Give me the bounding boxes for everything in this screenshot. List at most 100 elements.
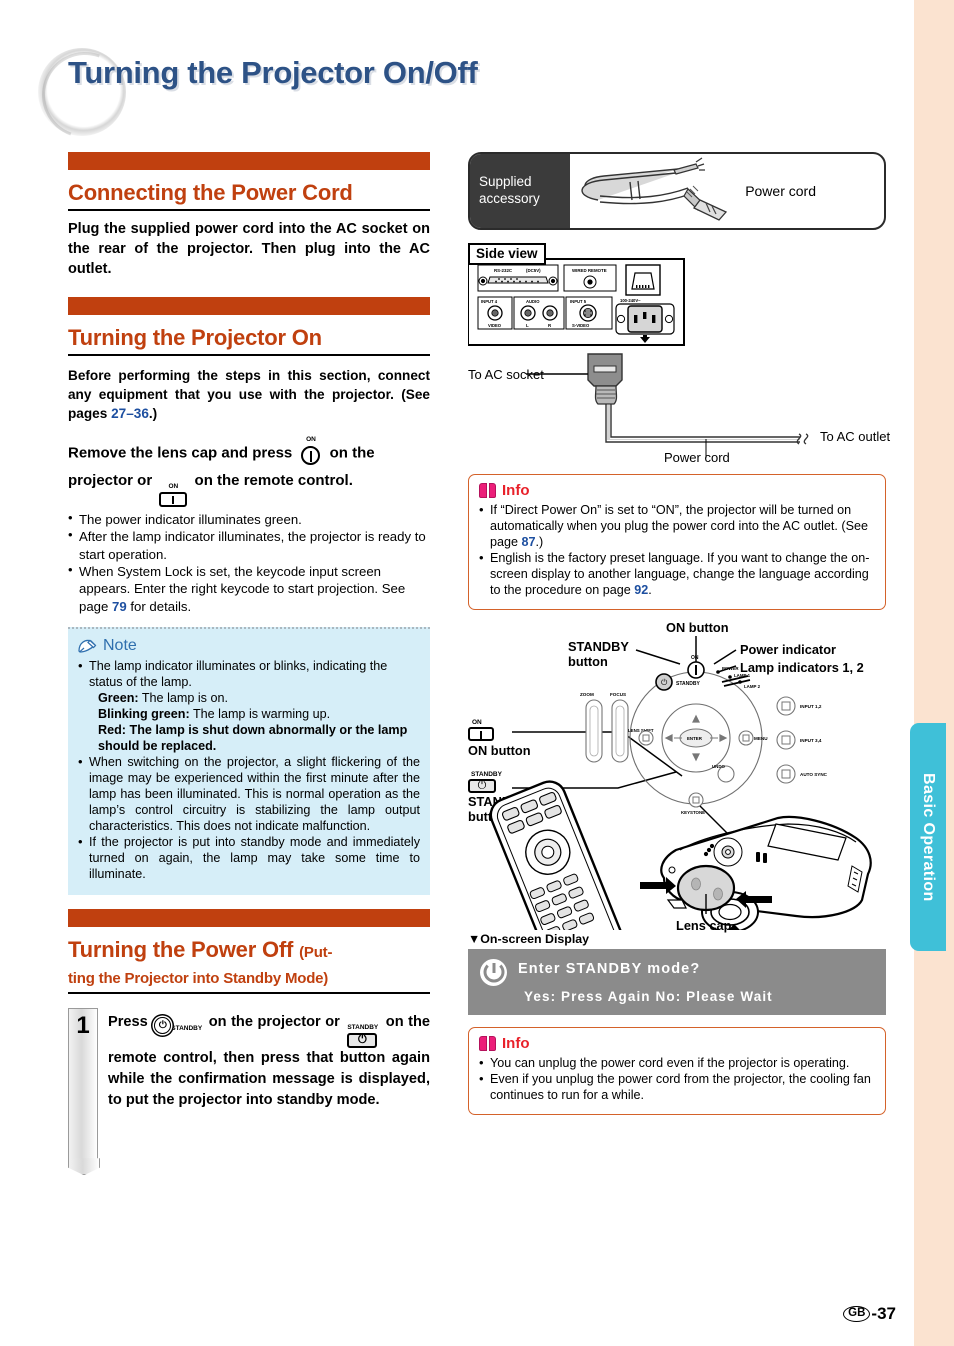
- list-item: Even if you unplug the power cord from t…: [479, 1071, 875, 1104]
- standby-glyph-label: STANDBY: [347, 1024, 379, 1032]
- turning-on-bullets: The power indicator illuminates green. A…: [68, 510, 430, 615]
- side-view-diagram: Side view RS-232C (DC5V) WIRED REMOTE IN…: [468, 243, 886, 348]
- list-item: When System Lock is set, the keycode inp…: [68, 562, 430, 614]
- svg-text:⏻: ⏻: [661, 678, 668, 687]
- note-green-text: The lamp is on.: [138, 690, 228, 705]
- power-icon: [480, 958, 507, 986]
- on-glyph-label-1: ON: [306, 436, 316, 444]
- supplied-accessory-box: Supplied accessory Power cord: [468, 152, 886, 230]
- list-item: If the projector is put into standby mod…: [78, 834, 420, 883]
- section-divider-bar-2: [68, 296, 430, 315]
- list-item: You can unplug the power cord even if th…: [479, 1055, 875, 1072]
- info-box-1: Info If “Direct Power On” is set to “ON”…: [468, 474, 886, 610]
- svg-text:LAMP 2: LAMP 2: [744, 684, 761, 689]
- label-to-ac-outlet: To AC outlet: [820, 429, 891, 444]
- section-divider-bar-3: [68, 909, 430, 928]
- svg-text:KEYSTONE: KEYSTONE: [681, 810, 705, 815]
- standby-glyph-caption: STANDBY: [171, 1025, 203, 1033]
- svg-text:STANDBY: STANDBY: [676, 681, 700, 687]
- rear-panel-illustration: RS-232C (DC5V) WIRED REMOTE INPUT 4 VIDE…: [468, 258, 685, 346]
- page-ref-92: 92: [634, 583, 649, 598]
- list-item: When switching on the projector, a sligh…: [78, 754, 420, 834]
- section-heading-rule-1: [68, 209, 430, 211]
- power-on-icon: [301, 445, 321, 465]
- step-1: 1 Press STANDBY on the projector or STAN…: [68, 1008, 430, 1161]
- note-red-label: Red:: [98, 722, 126, 737]
- projector-diagram-svg: ON ⏻ STANDBY POWER LAMP 1 LAMP 2 ZOOM FO…: [489, 635, 872, 930]
- power-cord-illustration: [581, 157, 728, 221]
- svg-text:AUTO SYNC: AUTO SYNC: [800, 772, 828, 777]
- list-item: The lamp indicator illuminates or blinks…: [78, 658, 420, 691]
- side-tab-basic-operation[interactable]: Basic Operation: [910, 723, 946, 951]
- note-green-label: Green:: [98, 690, 139, 705]
- pencil-icon: [78, 638, 98, 654]
- note-sub-red: Red: The lamp is shut down abnormally or…: [78, 723, 420, 755]
- supplied-accessory-tag-text: Supplied accessory: [479, 174, 540, 208]
- projector-remote-illustration: ON button STANDBY button Power indicator…: [468, 620, 886, 933]
- list-item: English is the factory preset language. …: [479, 550, 875, 599]
- label-to-ac-socket: To AC socket: [468, 367, 544, 382]
- side-tab-label: Basic Operation: [920, 772, 937, 902]
- note-header: Note: [78, 637, 420, 655]
- note-blink-text: The lamp is warming up.: [189, 706, 331, 721]
- page-number: GB -37: [843, 1304, 896, 1324]
- bullet3-text-b: for details.: [126, 598, 192, 614]
- section-heading-turning-power-off: Turning the Power Off (Put- ting the Pro…: [68, 937, 430, 989]
- on-screen-display-heading: ▼On-screen Display: [468, 931, 590, 946]
- note-blink-label: Blinking green:: [98, 706, 190, 721]
- step-text-b: on the projector or: [208, 1014, 340, 1031]
- on-button-projector-glyph: ON: [299, 437, 322, 469]
- turning-on-intro-text-b: .): [148, 406, 158, 422]
- svg-text:AUDIO: AUDIO: [526, 299, 540, 304]
- note-sub-blinking: Blinking green: The lamp is warming up.: [78, 707, 420, 723]
- region-code-badge: GB: [843, 1305, 871, 1323]
- supplied-accessory-body: Power cord: [570, 154, 884, 228]
- info-2-title: Info: [502, 1034, 530, 1052]
- page-edge-strip: [914, 0, 954, 1346]
- remote-standby-key-icon: [347, 1032, 378, 1048]
- step-number-tab: 1: [68, 1008, 98, 1161]
- svg-text:ON: ON: [691, 655, 699, 661]
- svg-text:ZOOM: ZOOM: [580, 692, 594, 697]
- remote-on-key-icon: [159, 491, 188, 507]
- power-off-heading-main: Turning the Power Off: [68, 937, 294, 963]
- page-ref-27-36: 27–36: [111, 406, 149, 422]
- info-2-bullets: You can unplug the power cord even if th…: [479, 1055, 875, 1104]
- turning-on-intro: Before performing the steps in this sect…: [68, 366, 430, 424]
- note-red-text: The lamp is shut down abnormally or the …: [98, 722, 408, 753]
- osd-message-line1: Enter STANDBY mode?: [518, 960, 701, 977]
- svg-text:INPUT 1,2: INPUT 1,2: [800, 704, 822, 709]
- svg-text:(DC5V): (DC5V): [526, 268, 541, 273]
- note-title: Note: [103, 636, 137, 654]
- label-power-cord: Power cord: [664, 450, 730, 465]
- on-glyph-label-2: ON: [168, 483, 179, 491]
- svg-text:VIDEO: VIDEO: [488, 323, 502, 328]
- svg-text:ENTER: ENTER: [687, 736, 703, 741]
- page-ref-87: 87: [521, 534, 536, 549]
- step-text-a: Press: [108, 1014, 148, 1031]
- note-bullets: The lamp indicator illuminates or blinks…: [78, 658, 420, 691]
- note-bullets-2: When switching on the projector, a sligh…: [78, 754, 420, 883]
- svg-text:POWER: POWER: [722, 666, 739, 671]
- side-view-tag: Side view: [468, 243, 546, 265]
- supplied-line1: Supplied: [479, 174, 532, 190]
- section-heading-connecting-power-cord: Connecting the Power Cord: [68, 180, 353, 205]
- info1-b1-a: If “Direct Power On” is set to “ON”, the…: [490, 503, 869, 549]
- svg-text:FOCUS: FOCUS: [610, 692, 626, 697]
- right-column: Supplied accessory Power cord Side view …: [468, 152, 890, 1115]
- svg-text:WIRED REMOTE: WIRED REMOTE: [572, 268, 607, 273]
- standby-power-icon: [154, 1017, 172, 1035]
- book-icon: [479, 483, 496, 498]
- svg-text:S-VIDEO: S-VIDEO: [572, 323, 590, 328]
- svg-text:INPUT 4: INPUT 4: [481, 299, 498, 304]
- info1-b2-b: .: [648, 583, 652, 598]
- section-heading-rule-3: [68, 992, 430, 995]
- step-1-text: Press STANDBY on the projector or STANDB…: [108, 1008, 430, 1160]
- svg-text:UNDO: UNDO: [712, 764, 726, 769]
- left-column: Connecting the Power Cord Plug the suppl…: [68, 152, 430, 1161]
- info-box-2: Info You can unplug the power cord even …: [468, 1026, 886, 1115]
- info-1-title: Info: [502, 482, 530, 499]
- section-divider-bar-1: [68, 152, 430, 170]
- power-cord-connection-diagram: To AC socket To AC outlet Power cord: [468, 350, 890, 465]
- section-heading-turning-projector-on: Turning the Projector On: [68, 324, 322, 350]
